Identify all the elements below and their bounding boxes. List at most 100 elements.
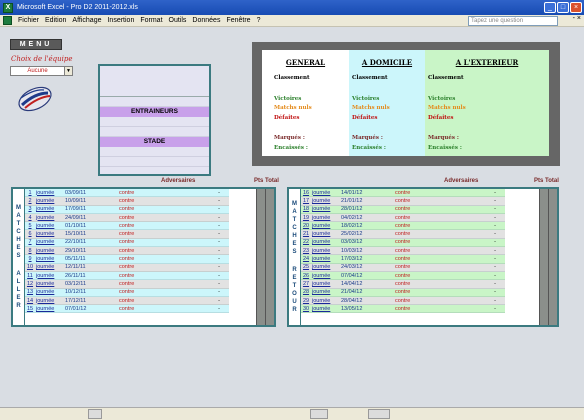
menu-item-fichier[interactable]: Fichier bbox=[15, 17, 42, 24]
menu-item-?[interactable]: ? bbox=[254, 17, 264, 24]
close-button[interactable]: × bbox=[570, 2, 582, 13]
journee-number-link[interactable]: 16 bbox=[301, 190, 311, 196]
journee-number-link[interactable]: 12 bbox=[25, 281, 35, 287]
journee-link[interactable]: journée bbox=[35, 248, 63, 254]
journee-link[interactable]: journée bbox=[35, 223, 63, 229]
journee-number-link[interactable]: 1 bbox=[25, 190, 35, 196]
journee-number-link[interactable]: 10 bbox=[25, 264, 35, 270]
stade-value-2 bbox=[100, 157, 209, 167]
journee-link[interactable]: journée bbox=[311, 298, 339, 304]
journee-number-link[interactable]: 7 bbox=[25, 239, 35, 245]
journee-link[interactable]: journée bbox=[35, 198, 63, 204]
journee-link[interactable]: journée bbox=[311, 289, 339, 295]
journee-number-link[interactable]: 5 bbox=[25, 223, 35, 229]
menu-item-format[interactable]: Format bbox=[137, 17, 165, 24]
journee-link[interactable]: journée bbox=[35, 190, 63, 196]
table-row: 28 journée 21/04/12 contre - bbox=[301, 288, 505, 297]
journee-number-link[interactable]: 18 bbox=[301, 206, 311, 212]
taskbar-item[interactable] bbox=[88, 409, 102, 419]
journee-link[interactable]: journée bbox=[311, 256, 339, 262]
maximize-button[interactable]: □ bbox=[557, 2, 569, 13]
journee-number-link[interactable]: 28 bbox=[301, 289, 311, 295]
journee-number-link[interactable]: 24 bbox=[301, 256, 311, 262]
journee-number-link[interactable]: 29 bbox=[301, 298, 311, 304]
team-select[interactable]: Aucune ▼ bbox=[10, 66, 73, 76]
menu-item-donnes[interactable]: Données bbox=[189, 17, 223, 24]
journee-number-link[interactable]: 23 bbox=[301, 248, 311, 254]
journee-link[interactable]: journée bbox=[311, 223, 339, 229]
journee-link[interactable]: journée bbox=[311, 248, 339, 254]
side-letter: M bbox=[292, 201, 297, 207]
journee-link[interactable]: journée bbox=[311, 273, 339, 279]
journee-link[interactable]: journée bbox=[311, 281, 339, 287]
contre-label: contre bbox=[119, 264, 135, 271]
journee-number-link[interactable]: 22 bbox=[301, 239, 311, 245]
journee-number-link[interactable]: 30 bbox=[301, 306, 311, 312]
journee-number-link[interactable]: 26 bbox=[301, 273, 311, 279]
journee-number-link[interactable]: 13 bbox=[25, 289, 35, 295]
journee-number-link[interactable]: 15 bbox=[25, 306, 35, 312]
journee-link[interactable]: journée bbox=[35, 289, 63, 295]
journee-number-link[interactable]: 9 bbox=[25, 256, 35, 262]
journee-link[interactable]: journée bbox=[311, 264, 339, 270]
minimize-button[interactable]: _ bbox=[544, 2, 556, 13]
journee-link[interactable]: journée bbox=[35, 231, 63, 237]
journee-link[interactable]: journée bbox=[311, 239, 339, 245]
journee-number-link[interactable]: 19 bbox=[301, 215, 311, 221]
entraineurs-header: ENTRAINEURS bbox=[100, 107, 209, 117]
journee-link[interactable]: journée bbox=[35, 306, 63, 312]
journee-link[interactable]: journée bbox=[35, 215, 63, 221]
side-letter: H bbox=[16, 237, 21, 243]
menu-item-affichage[interactable]: Affichage bbox=[69, 17, 104, 24]
journee-number-link[interactable]: 14 bbox=[25, 298, 35, 304]
contre-label: contre bbox=[395, 189, 411, 196]
stat-marques: Marqués : bbox=[274, 135, 305, 141]
menu-item-fentre[interactable]: Fenêtre bbox=[223, 17, 253, 24]
adversaires-header: Adversaires bbox=[161, 178, 196, 184]
journee-link[interactable]: journée bbox=[35, 264, 63, 270]
journee-number-link[interactable]: 6 bbox=[25, 231, 35, 237]
total-column bbox=[265, 189, 274, 325]
journee-link[interactable]: journée bbox=[35, 273, 63, 279]
journee-link[interactable]: journée bbox=[35, 298, 63, 304]
menu-item-outils[interactable]: Outils bbox=[166, 17, 190, 24]
journee-link[interactable]: journée bbox=[311, 198, 339, 204]
menu-button[interactable]: MENU bbox=[10, 39, 62, 50]
journee-number-link[interactable]: 4 bbox=[25, 215, 35, 221]
journee-number-link[interactable]: 2 bbox=[25, 198, 35, 204]
side-letter: C bbox=[16, 229, 21, 235]
contre-label: contre bbox=[395, 214, 411, 221]
journee-link[interactable]: journée bbox=[35, 239, 63, 245]
match-rows: 16 journée 14/01/12 contre -17 journée 21/01/1… bbox=[301, 189, 505, 314]
taskbar-item[interactable] bbox=[310, 409, 328, 419]
journee-number-link[interactable]: 21 bbox=[301, 231, 311, 237]
journee-link[interactable]: journée bbox=[311, 206, 339, 212]
workbook-icon[interactable] bbox=[3, 16, 12, 25]
journee-link[interactable]: journée bbox=[311, 215, 339, 221]
journee-link[interactable]: journée bbox=[311, 231, 339, 237]
match-date: 12/11/11 bbox=[65, 264, 86, 271]
dropdown-arrow-icon[interactable]: ▼ bbox=[64, 67, 72, 75]
journee-number-link[interactable]: 8 bbox=[25, 248, 35, 254]
journee-link[interactable]: journée bbox=[35, 256, 63, 262]
score-dash: - bbox=[494, 289, 496, 296]
journee-link[interactable]: journée bbox=[35, 206, 63, 212]
retour-table-body: M A T C H E S R E T O U R 16 journée 14/01/12 contre -17 j… bbox=[287, 187, 559, 327]
menu-item-insertion[interactable]: Insertion bbox=[104, 17, 137, 24]
journee-link[interactable]: journée bbox=[35, 281, 63, 287]
journee-number-link[interactable]: 11 bbox=[25, 273, 35, 279]
journee-number-link[interactable]: 27 bbox=[301, 281, 311, 287]
toolbar-strip bbox=[0, 27, 584, 38]
contre-label: contre bbox=[395, 305, 411, 312]
side-letter: T bbox=[292, 283, 297, 289]
help-search-input[interactable]: Tapez une question bbox=[468, 16, 558, 26]
workbook-window-controls[interactable]: - × bbox=[573, 15, 581, 22]
journee-number-link[interactable]: 3 bbox=[25, 206, 35, 212]
journee-link[interactable]: journée bbox=[311, 190, 339, 196]
taskbar-item[interactable] bbox=[368, 409, 390, 419]
journee-link[interactable]: journée bbox=[311, 306, 339, 312]
menu-item-edition[interactable]: Edition bbox=[42, 17, 69, 24]
journee-number-link[interactable]: 20 bbox=[301, 223, 311, 229]
journee-number-link[interactable]: 17 bbox=[301, 198, 311, 204]
journee-number-link[interactable]: 25 bbox=[301, 264, 311, 270]
